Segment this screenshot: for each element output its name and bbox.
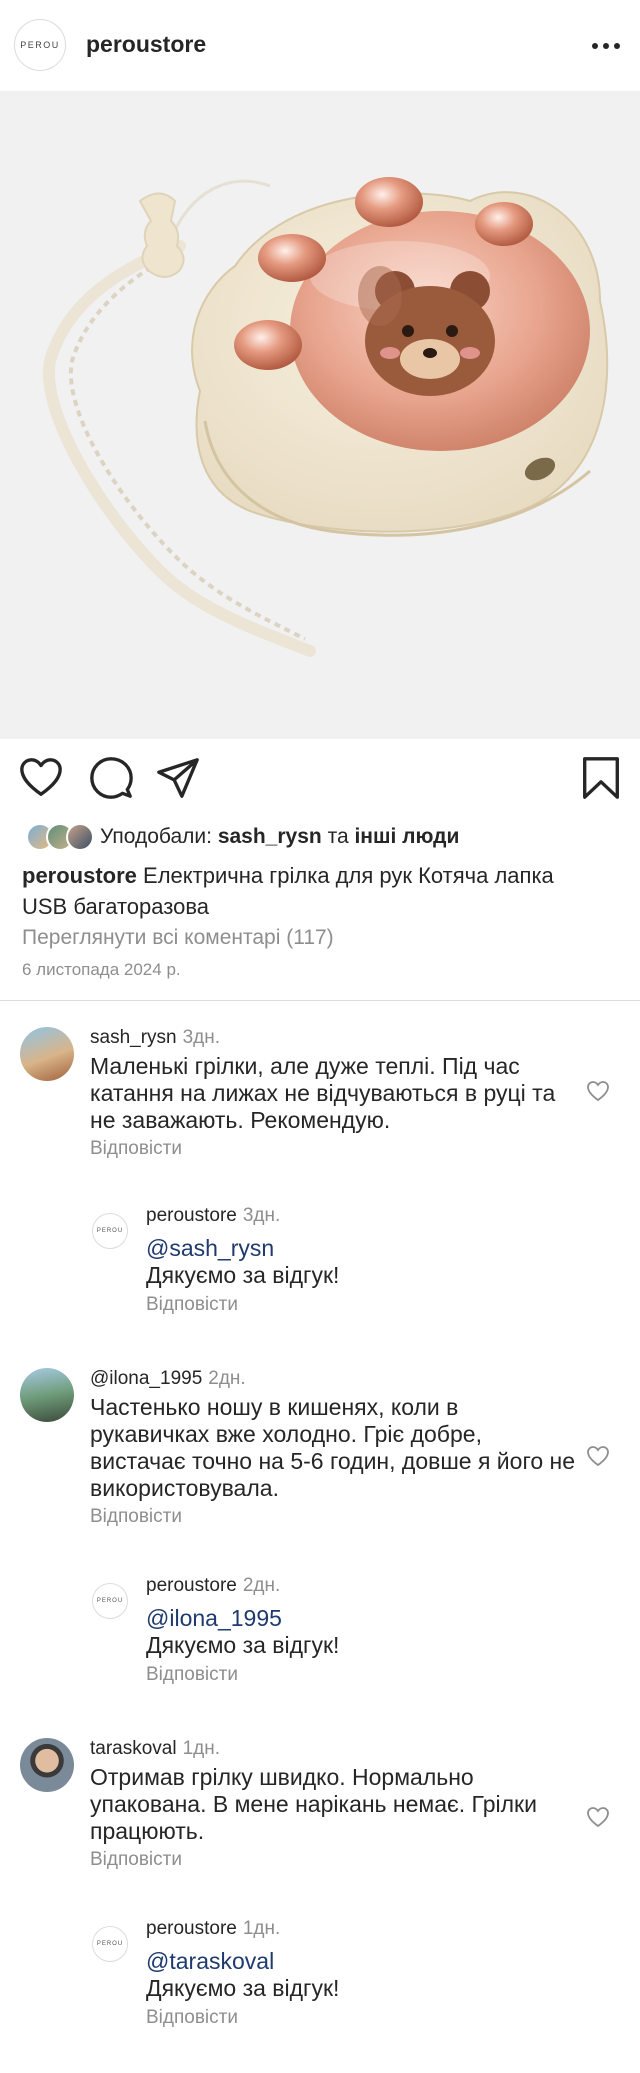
view-all-comments-link[interactable]: Переглянути всі коментарі (117): [22, 926, 334, 950]
mention-link[interactable]: @ilona_1995: [146, 1605, 282, 1632]
store-avatar[interactable]: PEROU: [14, 19, 66, 71]
reply-button[interactable]: Відповісти: [90, 1849, 182, 1871]
liked-by-text: Уподобали: sash_rysn та інші люди: [100, 825, 460, 848]
comment-username[interactable]: sash_rysn: [90, 1027, 177, 1048]
reply-time: 3дн.: [242, 1205, 281, 1226]
liked-by[interactable]: Уподобали: sash_rysn та інші люди: [26, 822, 459, 852]
avatar[interactable]: [20, 1738, 74, 1792]
liked-by-user[interactable]: sash_rysn: [218, 825, 322, 848]
reply-button[interactable]: Відповісти: [146, 1294, 238, 1316]
heart-icon[interactable]: [586, 1806, 610, 1828]
post-caption: peroustore Електрична грілка для рук Кот…: [22, 860, 582, 922]
post-image[interactable]: [0, 91, 640, 739]
reply-username[interactable]: peroustore: [146, 1918, 237, 1939]
reply-button[interactable]: Відповісти: [90, 1138, 182, 1160]
comment-icon[interactable]: [88, 755, 134, 801]
comment-username[interactable]: @ilona_1995: [90, 1368, 202, 1389]
comment-text: Частенько ношу в кишенях, коли в рукавич…: [90, 1394, 575, 1501]
avatar[interactable]: [20, 1027, 74, 1081]
more-icon[interactable]: [588, 37, 624, 53]
comment-time: 2дн.: [208, 1368, 246, 1389]
reply-time: 1дн.: [242, 1918, 281, 1939]
comment-username[interactable]: taraskoval: [90, 1738, 177, 1759]
store-avatar[interactable]: PEROU: [92, 1213, 128, 1249]
reply-button[interactable]: Відповісти: [146, 2007, 238, 2029]
reply-button[interactable]: Відповісти: [90, 1506, 182, 1528]
reply-text: Дякуємо за відгук!: [146, 1975, 340, 2001]
heart-icon[interactable]: [18, 755, 64, 801]
avatar[interactable]: [20, 1368, 74, 1422]
store-avatar[interactable]: PEROU: [92, 1583, 128, 1619]
mention-link[interactable]: @sash_rysn: [146, 1235, 274, 1262]
comment-time: 3дн.: [182, 1027, 221, 1048]
comment-time: 1дн.: [182, 1738, 221, 1759]
reply-text: Дякуємо за відгук!: [146, 1632, 340, 1658]
caption-username[interactable]: peroustore: [22, 863, 137, 888]
post-date: 6 листопада 2024 р.: [22, 960, 181, 979]
heart-icon[interactable]: [586, 1080, 610, 1102]
reply-username[interactable]: peroustore: [146, 1575, 237, 1596]
heart-icon[interactable]: [586, 1445, 610, 1467]
reply-button[interactable]: Відповісти: [146, 1664, 238, 1686]
bookmark-icon[interactable]: [578, 755, 624, 801]
reply-time: 2дн.: [242, 1575, 281, 1596]
comment-text: Маленькі грілки, але дуже теплі. Під час…: [90, 1053, 556, 1133]
comment-text: Отримав грілку швидко. Нормально упакова…: [90, 1764, 537, 1844]
divider: [0, 1000, 640, 1001]
liked-by-others[interactable]: інші люди: [354, 825, 459, 848]
post-header: PEROU peroustore: [0, 0, 640, 91]
header-username[interactable]: peroustore: [86, 31, 206, 58]
product-illustration: [42, 177, 609, 657]
action-bar: [0, 755, 640, 805]
reply-text: Дякуємо за відгук!: [146, 1262, 340, 1288]
reply-username[interactable]: peroustore: [146, 1205, 237, 1226]
share-icon[interactable]: [155, 755, 201, 801]
store-avatar[interactable]: PEROU: [92, 1926, 128, 1962]
avatar: [66, 823, 94, 851]
mention-link[interactable]: @taraskoval: [146, 1948, 274, 1975]
